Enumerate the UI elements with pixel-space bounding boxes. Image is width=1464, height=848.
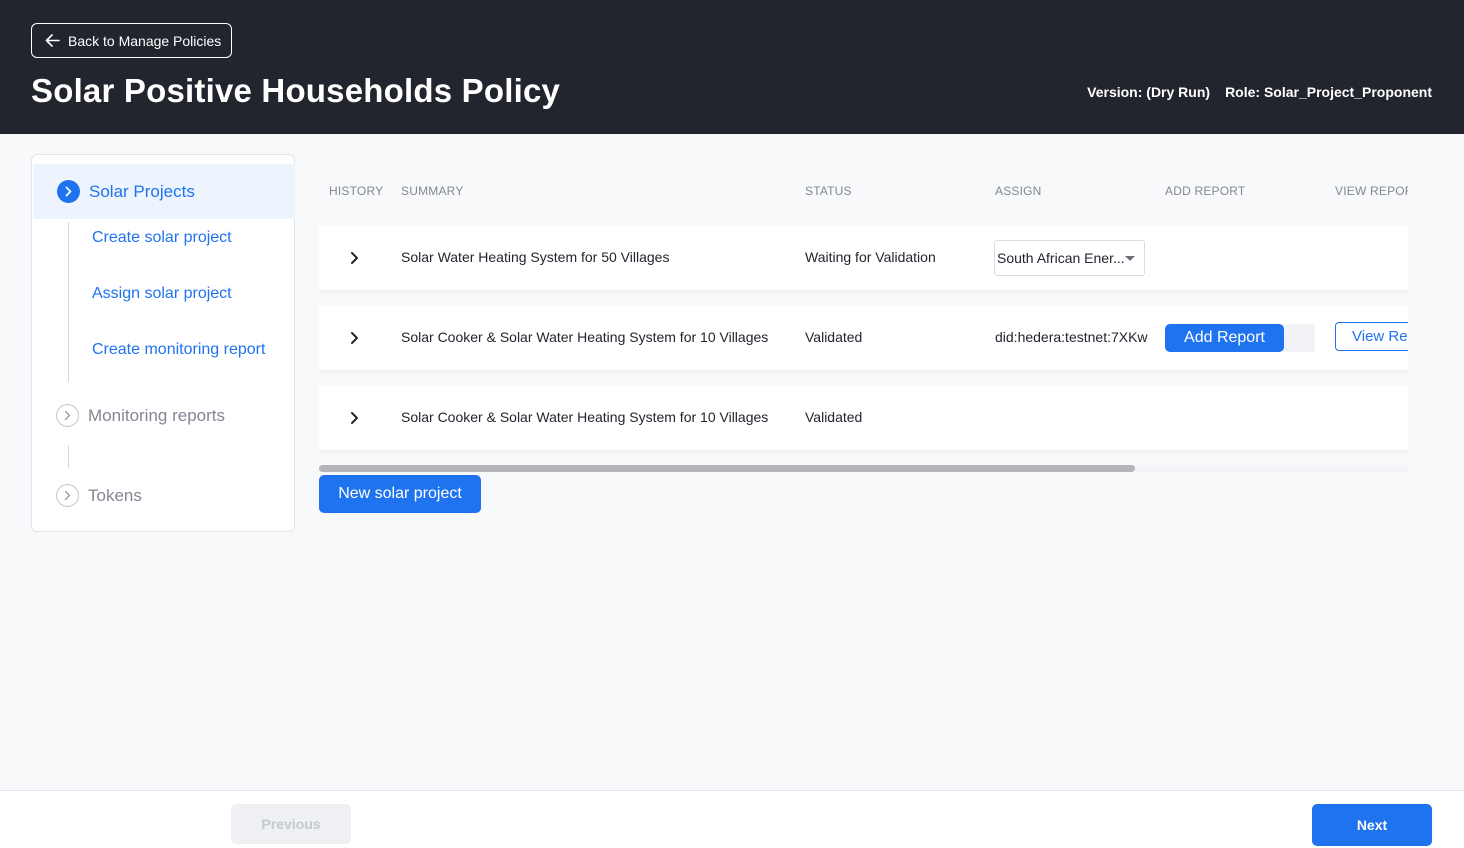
sidebar-item-label: Monitoring reports [88,405,226,425]
sidebar-subitem-create-monitoring-report[interactable]: Create monitoring report [92,340,282,360]
row-assignee: did:hedera:testnet:7XKw [995,329,1148,345]
view-report-button[interactable]: View Rep [1335,322,1408,351]
sidebar-item-monitoring-reports[interactable]: Monitoring reports [56,404,225,427]
footer-bar: Previous Next [0,790,1464,848]
row-summary: Solar Water Heating System for 50 Villag… [401,249,670,265]
previous-button[interactable]: Previous [231,804,351,844]
sub-nav-divider [68,445,69,468]
arrow-left-icon [45,34,60,47]
role-label: Role: Solar_Project_Proponent [1225,84,1432,100]
column-header-view-report: VIEW REPOR [1335,184,1408,198]
column-header-status: STATUS [805,184,852,198]
page-header: Back to Manage Policies Solar Positive H… [0,0,1464,134]
assign-dropdown[interactable]: South African Ener... [994,240,1145,276]
column-header-summary: SUMMARY [401,184,464,198]
page-title: Solar Positive Households Policy [31,72,561,109]
row-status: Waiting for Validation [805,249,936,265]
row-status: Validated [805,409,863,425]
sub-nav-divider [68,222,69,382]
sidebar-subitem-create-solar-project[interactable]: Create solar project [92,228,282,248]
projects-table: HISTORY SUMMARY STATUS ASSIGN ADD REPORT… [319,168,1408,472]
column-header-history: HISTORY [329,184,384,198]
table-row: Solar Cooker & Solar Water Heating Syste… [319,386,1408,450]
sidebar-item-label: Solar Projects [89,181,195,201]
version-label: Version: (Dry Run) [1087,84,1211,100]
sidebar-item-tokens[interactable]: Tokens [56,484,142,507]
row-summary: Solar Cooker & Solar Water Heating Syste… [401,329,769,345]
chevron-right-icon [56,404,79,427]
chevron-right-icon [56,484,79,507]
back-button-label: Back to Manage Policies [68,32,222,49]
column-header-add-report: ADD REPORT [1165,184,1246,198]
sidebar-item-label: Tokens [88,485,142,505]
row-status: Validated [805,329,863,345]
chevron-right-icon[interactable] [347,328,363,348]
chevron-right-icon[interactable] [347,408,363,428]
column-header-assign: ASSIGN [995,184,1042,198]
assign-dropdown-value: South African Ener... [997,250,1125,266]
new-solar-project-button[interactable]: New solar project [319,475,481,513]
back-to-manage-policies-button[interactable]: Back to Manage Policies [31,23,232,58]
chevron-right-icon[interactable] [347,248,363,268]
row-summary: Solar Cooker & Solar Water Heating Syste… [401,409,769,425]
sidebar-item-solar-projects[interactable]: Solar Projects [33,164,295,219]
horizontal-scrollbar-thumb[interactable] [319,465,1135,472]
add-report-button-shadow [1282,324,1315,352]
caret-down-icon [1125,256,1135,261]
sidebar-subitem-assign-solar-project[interactable]: Assign solar project [92,284,282,304]
sidebar: Solar Projects Create solar project Assi… [31,154,295,532]
chevron-right-icon [57,180,80,203]
table-row: Solar Water Heating System for 50 Villag… [319,226,1408,290]
add-report-button[interactable]: Add Report [1165,324,1284,352]
policy-meta: Version: (Dry Run) Role: Solar_Project_P… [1087,84,1432,100]
next-button[interactable]: Next [1312,804,1432,846]
table-row: Solar Cooker & Solar Water Heating Syste… [319,306,1408,370]
